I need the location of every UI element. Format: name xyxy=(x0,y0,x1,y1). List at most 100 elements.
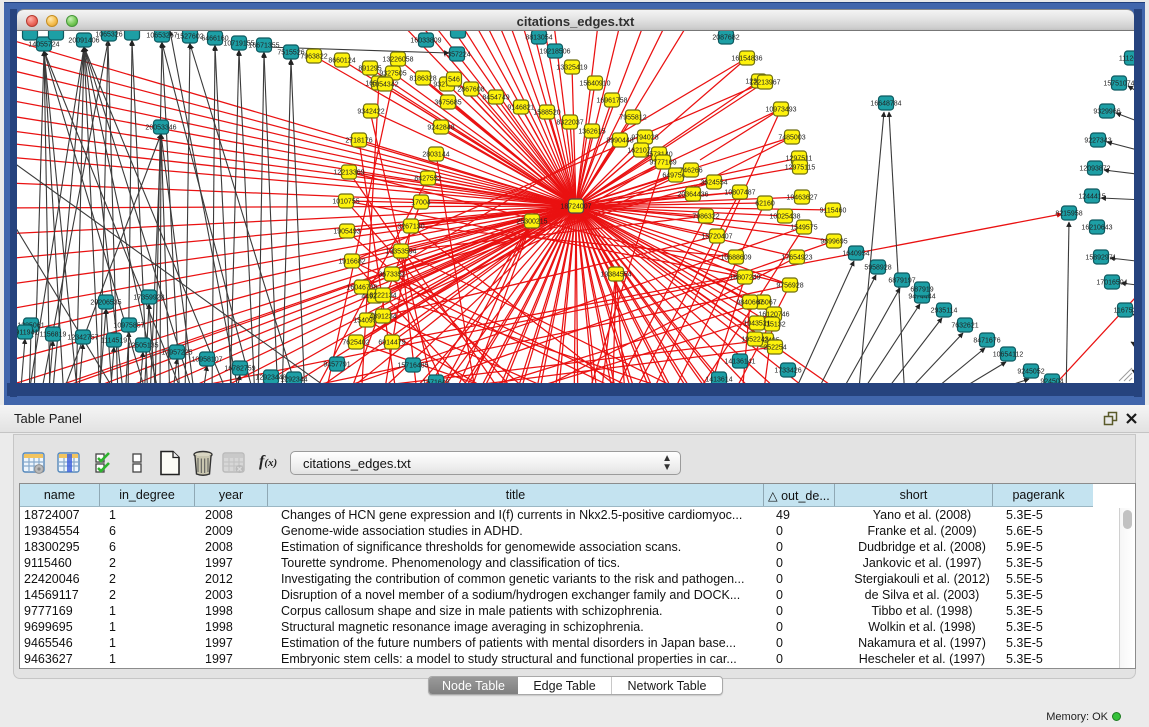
svg-text:62160: 62160 xyxy=(755,201,775,208)
svg-text:16210643: 16210643 xyxy=(1081,225,1112,232)
svg-text:3911941: 3911941 xyxy=(17,330,38,337)
svg-text:10958107: 10958107 xyxy=(191,357,222,364)
svg-text:9245052: 9245052 xyxy=(1017,369,1044,376)
svg-text:1905493: 1905493 xyxy=(333,229,360,236)
svg-text:3624554: 3624554 xyxy=(700,180,727,187)
svg-text:10975857: 10975857 xyxy=(113,323,144,330)
svg-text:687919: 687919 xyxy=(910,287,933,294)
svg-text:9227343: 9227343 xyxy=(1084,138,1111,145)
svg-text:8454749: 8454749 xyxy=(482,95,509,102)
svg-text:1952243: 1952243 xyxy=(741,337,768,344)
svg-text:10025438: 10025438 xyxy=(769,214,800,221)
svg-text:6914479: 6914479 xyxy=(378,340,405,347)
svg-text:1114519: 1114519 xyxy=(101,338,127,345)
svg-text:7955812: 7955812 xyxy=(619,115,646,122)
svg-text:20206535: 20206535 xyxy=(90,300,121,307)
svg-text:1640954: 1640954 xyxy=(842,251,869,258)
svg-text:18807249: 18807249 xyxy=(729,275,760,282)
svg-text:8427552: 8427552 xyxy=(414,176,441,183)
svg-text:4891234: 4891234 xyxy=(369,314,396,321)
svg-text:9115460: 9115460 xyxy=(820,208,847,215)
svg-text:15720407: 15720407 xyxy=(701,234,732,241)
svg-text:7625402: 7625402 xyxy=(342,340,369,347)
svg-text:546: 546 xyxy=(448,77,460,84)
svg-text:14055724: 14055724 xyxy=(28,42,59,49)
svg-text:16961758: 16961758 xyxy=(596,98,627,105)
svg-text:14136141: 14136141 xyxy=(724,359,755,366)
svg-text:12975115: 12975115 xyxy=(785,165,816,172)
svg-text:13325419: 13325419 xyxy=(556,65,587,72)
svg-text:5958928: 5958928 xyxy=(864,265,891,272)
svg-text:1054342: 1054342 xyxy=(371,82,398,89)
svg-text:9329966: 9329966 xyxy=(1093,109,1120,116)
svg-text:10688609: 10688609 xyxy=(720,255,751,262)
svg-text:17004: 17004 xyxy=(411,200,431,207)
svg-text:8215958: 8215958 xyxy=(1055,211,1082,218)
svg-text:1244415: 1244415 xyxy=(1078,194,1105,201)
svg-text:18724007: 18724007 xyxy=(560,204,591,211)
svg-text:9840667: 9840667 xyxy=(736,300,763,307)
svg-text:15751074: 15751074 xyxy=(1103,81,1134,88)
svg-text:10653267: 10653267 xyxy=(146,33,177,40)
svg-text:16154836: 16154836 xyxy=(731,56,762,63)
svg-text:1112674: 1112674 xyxy=(1119,56,1134,63)
svg-text:10807487: 10807487 xyxy=(724,190,755,197)
svg-text:924504: 924504 xyxy=(1040,379,1063,384)
svg-text:1292344: 1292344 xyxy=(280,377,307,384)
svg-text:10973493: 10973493 xyxy=(765,107,796,114)
svg-text:12213967: 12213967 xyxy=(749,80,780,87)
svg-text:1527602: 1527602 xyxy=(176,34,203,41)
svg-text:8660124: 8660124 xyxy=(328,58,355,65)
svg-text:19218506: 19218506 xyxy=(539,49,570,56)
svg-text:12505135: 12505135 xyxy=(127,343,158,350)
svg-text:9146821: 9146821 xyxy=(507,105,534,112)
svg-text:7632621: 7632621 xyxy=(951,323,978,330)
svg-text:8222134: 8222134 xyxy=(369,293,396,300)
svg-text:1571648: 1571648 xyxy=(422,380,449,384)
svg-text:7986322: 7986322 xyxy=(692,214,719,221)
svg-text:8471676: 8471676 xyxy=(973,338,1000,345)
svg-text:9756928: 9756928 xyxy=(776,283,803,290)
svg-text:7485003: 7485003 xyxy=(778,135,805,142)
svg-text:2718176: 2718176 xyxy=(345,138,372,145)
svg-text:15716485: 15716485 xyxy=(397,363,428,370)
svg-text:7357224: 7357224 xyxy=(443,52,470,59)
svg-text:2803144: 2803144 xyxy=(422,152,449,159)
svg-text:10654112: 10654112 xyxy=(993,352,1024,359)
svg-text:9242848: 9242848 xyxy=(427,125,454,132)
svg-text:8813054: 8813054 xyxy=(525,35,552,42)
svg-text:13353594: 13353594 xyxy=(385,249,416,256)
svg-text:13226058: 13226058 xyxy=(382,57,413,64)
svg-text:17654923: 17654923 xyxy=(781,255,812,262)
svg-text:2087682: 2087682 xyxy=(712,35,739,42)
svg-text:891295: 891295 xyxy=(358,66,381,73)
svg-text:25300215: 25300215 xyxy=(516,219,547,226)
svg-text:1549575: 1549575 xyxy=(790,225,817,232)
svg-text:9899695: 9899695 xyxy=(820,239,847,246)
svg-text:9457791: 9457791 xyxy=(323,362,350,369)
svg-text:17957225: 17957225 xyxy=(161,350,192,357)
svg-text:12213369: 12213369 xyxy=(333,170,364,177)
svg-text:20053346: 20053346 xyxy=(145,125,176,132)
svg-text:16033809: 16033809 xyxy=(410,38,441,45)
svg-text:17016504: 17016504 xyxy=(1096,280,1127,287)
svg-text:1413614: 1413614 xyxy=(705,377,732,384)
svg-text:1156819: 1156819 xyxy=(40,332,67,339)
svg-text:17359928: 17359928 xyxy=(133,295,164,302)
svg-text:9794028: 9794028 xyxy=(631,135,658,142)
svg-text:1588520: 1588520 xyxy=(533,110,560,117)
svg-text:1043521: 1043521 xyxy=(743,321,770,328)
svg-text:8990448: 8990448 xyxy=(606,138,633,145)
svg-text:9777169: 9777169 xyxy=(649,160,676,167)
svg-text:16648784: 16648784 xyxy=(870,101,901,108)
svg-text:19463627: 19463627 xyxy=(786,195,817,202)
svg-text:1065326: 1065326 xyxy=(95,32,122,39)
svg-text:1733426: 1733426 xyxy=(774,368,801,375)
svg-text:12342757: 12342757 xyxy=(67,335,98,342)
svg-text:20364436: 20364436 xyxy=(677,192,708,199)
svg-text:15640910: 15640910 xyxy=(579,81,610,88)
svg-text:16671355: 16671355 xyxy=(248,43,279,50)
svg-text:2867608: 2867608 xyxy=(457,87,484,94)
svg-text:20091406: 20091406 xyxy=(68,38,99,45)
svg-text:1010755: 1010755 xyxy=(332,199,359,206)
